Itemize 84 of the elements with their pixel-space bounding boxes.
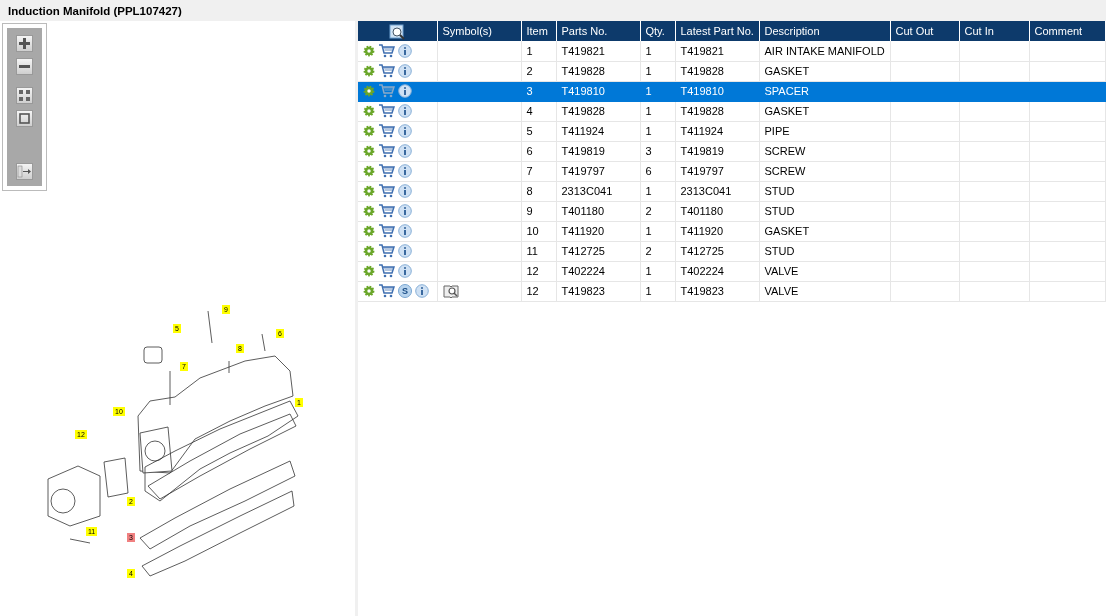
parts-row[interactable]: 3 T419810 1 T419810 SPACER	[358, 81, 1106, 101]
table-cell: T419823	[556, 281, 640, 301]
table-cell: T419828	[675, 61, 759, 81]
table-cell: 1	[640, 221, 675, 241]
table-cell: T401180	[675, 201, 759, 221]
table-cell: SCREW	[759, 161, 890, 181]
parts-row[interactable]: 1 T419821 1 T419821 AIR INTAKE MANIFOLD	[358, 41, 1106, 61]
table-cell: 9	[521, 201, 556, 221]
parts-row[interactable]: S 12 T419823 1 T419823 VALVE	[358, 281, 1106, 301]
table-cell: STUD	[759, 241, 890, 261]
table-cell: T412725	[556, 241, 640, 261]
column-header[interactable]: Item	[521, 21, 556, 41]
table-cell: PIPE	[759, 121, 890, 141]
table-cell: T419819	[556, 141, 640, 161]
table-cell: 12	[521, 261, 556, 281]
table-cell: 2	[640, 241, 675, 261]
table-cell: T401180	[556, 201, 640, 221]
table-cell: 3	[640, 141, 675, 161]
column-header[interactable]: Latest Part No.	[675, 21, 759, 41]
table-cell: T419821	[556, 41, 640, 61]
table-cell: VALVE	[759, 261, 890, 281]
table-cell: 1	[640, 121, 675, 141]
parts-row[interactable]: 10 T411920 1 T411920 GASKET	[358, 221, 1106, 241]
table-cell: 7	[521, 161, 556, 181]
table-cell: T411924	[675, 121, 759, 141]
column-header[interactable]: Qty.	[640, 21, 675, 41]
table-cell: T402224	[556, 261, 640, 281]
parts-row[interactable]: 7 T419797 6 T419797 SCREW	[358, 161, 1106, 181]
table-cell: 4	[521, 101, 556, 121]
table-cell: 8	[521, 181, 556, 201]
table-cell: 10	[521, 221, 556, 241]
parts-row[interactable]: 4 T419828 1 T419828 GASKET	[358, 101, 1106, 121]
column-header[interactable]: Cut Out	[890, 21, 959, 41]
table-cell: 6	[521, 141, 556, 161]
table-cell: 2	[521, 61, 556, 81]
table-cell: VALVE	[759, 281, 890, 301]
table-cell: 1	[640, 261, 675, 281]
table-cell: 1	[521, 41, 556, 61]
window-title: Induction Manifold (PPL107427)	[7, 4, 183, 19]
table-cell: 11	[521, 241, 556, 261]
table-cell: 2	[640, 201, 675, 221]
table-cell: STUD	[759, 201, 890, 221]
table-cell: 1	[640, 181, 675, 201]
table-cell: T419828	[556, 101, 640, 121]
parts-row[interactable]: 8 2313C041 1 2313C041 STUD	[358, 181, 1106, 201]
parts-row[interactable]: 12 T402224 1 T402224 VALVE	[358, 261, 1106, 281]
table-cell: T411920	[675, 221, 759, 241]
table-cell: 5	[521, 121, 556, 141]
table-cell: GASKET	[759, 61, 890, 81]
table-cell: T419797	[556, 161, 640, 181]
column-header[interactable]: Parts No.	[556, 21, 640, 41]
supersession-badge[interactable]: S	[398, 284, 412, 298]
parts-row[interactable]: 2 T419828 1 T419828 GASKET	[358, 61, 1106, 81]
table-cell: GASKET	[759, 101, 890, 121]
table-cell: T419828	[675, 101, 759, 121]
table-cell: 1	[640, 41, 675, 61]
table-cell: T419821	[675, 41, 759, 61]
parts-row[interactable]: 11 T412725 2 T412725 STUD	[358, 241, 1106, 261]
table-cell: T419797	[675, 161, 759, 181]
table-cell: SCREW	[759, 141, 890, 161]
parts-row[interactable]: 6 T419819 3 T419819 SCREW	[358, 141, 1106, 161]
column-header[interactable]: Description	[759, 21, 890, 41]
table-cell: STUD	[759, 181, 890, 201]
column-header[interactable]: Comment	[1029, 21, 1106, 41]
table-cell: 12	[521, 281, 556, 301]
table-cell: 1	[640, 101, 675, 121]
table-cell: 1	[640, 281, 675, 301]
table-cell: 2313C041	[675, 181, 759, 201]
table-cell: 1	[640, 61, 675, 81]
table-cell: 2313C041	[556, 181, 640, 201]
table-cell: GASKET	[759, 221, 890, 241]
table-cell: T419819	[675, 141, 759, 161]
table-cell: T419823	[675, 281, 759, 301]
table-cell: T402224	[675, 261, 759, 281]
table-cell: 6	[640, 161, 675, 181]
parts-row[interactable]: 9 T401180 2 T401180 STUD	[358, 201, 1106, 221]
table-cell: T411920	[556, 221, 640, 241]
column-header[interactable]: Cut In	[959, 21, 1029, 41]
table-cell: T411924	[556, 121, 640, 141]
column-header[interactable]: Symbol(s)	[437, 21, 521, 41]
table-cell: T419828	[556, 61, 640, 81]
parts-row[interactable]: 5 T411924 1 T411924 PIPE	[358, 121, 1106, 141]
table-cell: AIR INTAKE MANIFOLD	[759, 41, 890, 61]
table-cell: T412725	[675, 241, 759, 261]
